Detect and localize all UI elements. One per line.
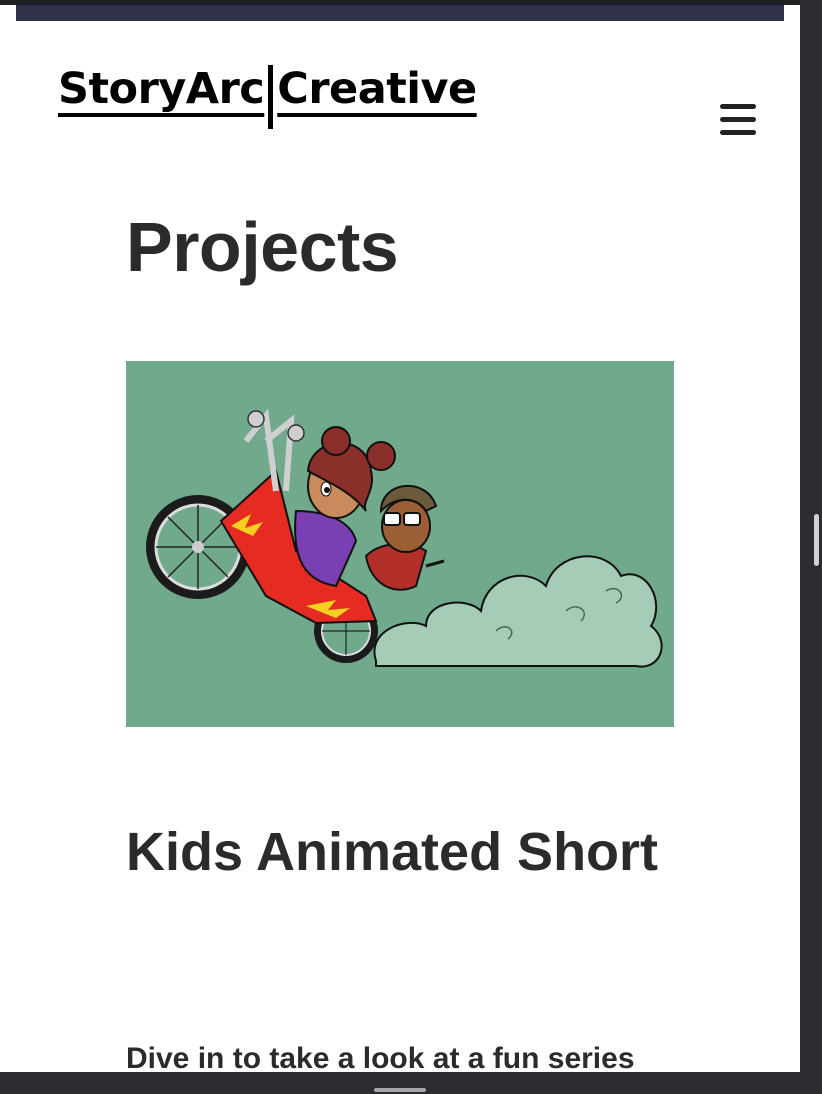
project-title: Kids Animated Short: [126, 822, 659, 882]
top-banner-strip: [16, 5, 784, 21]
menu-line: [720, 104, 756, 109]
logo-storyarc-text: StoryArc: [58, 64, 265, 114]
project-description: Dive in to take a look at a fun series: [126, 1042, 635, 1072]
hamburger-menu-icon[interactable]: [720, 104, 756, 138]
menu-line: [720, 117, 756, 122]
logo-creative-text: Creative: [277, 64, 477, 114]
home-indicator[interactable]: [374, 1088, 426, 1092]
site-logo[interactable]: StoryArc Creative: [58, 64, 513, 131]
browser-viewport: StoryArc Creative Projects Kids Animated…: [0, 5, 800, 1072]
menu-line: [720, 130, 756, 135]
logo-divider: [268, 65, 274, 129]
scrollbar-thumb[interactable]: [814, 514, 819, 566]
page-title: Projects: [126, 208, 399, 286]
bike-illustration: [146, 408, 663, 668]
project-hero-image[interactable]: [126, 361, 674, 727]
boy-character: [364, 484, 445, 591]
